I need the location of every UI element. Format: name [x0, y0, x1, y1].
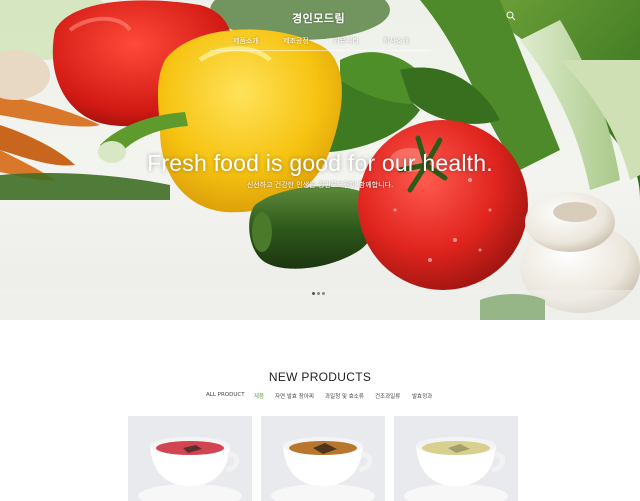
slider-dot[interactable] — [312, 292, 315, 295]
nav-item-products[interactable]: 제품소개 — [233, 36, 259, 46]
product-card[interactable] — [394, 416, 518, 501]
main-nav: 제품소개 제조공정 커뮤니티 회사소개 — [0, 36, 640, 50]
product-tabs: ALL PRODUCT 제품 자연 발효 장아찌 과일청 및 효소류 건조과일류… — [0, 392, 640, 402]
tea-cup-image — [138, 437, 242, 501]
hero-banner: 경인모드림 제품소개 제조공정 커뮤니티 회사소개 Fresh food is … — [0, 0, 640, 320]
search-icon[interactable] — [506, 11, 516, 21]
slider-dot[interactable] — [322, 292, 325, 295]
site-logo[interactable]: 경인모드림 — [292, 10, 345, 26]
tea-cup-image — [271, 437, 375, 501]
hero-title: Fresh food is good for our health. — [147, 150, 493, 176]
nav-item-process[interactable]: 제조공정 — [283, 36, 309, 46]
tab-fruit-syrup[interactable]: 과일청 및 효소류 — [325, 392, 364, 400]
hero-subtitle: 신선하고 건강한 인생을 경인모드림이 함께합니다. — [246, 181, 394, 189]
nav-divider — [210, 50, 430, 51]
product-card[interactable] — [128, 416, 252, 501]
section-title: NEW PRODUCTS — [268, 370, 372, 384]
tab-fermented-sweets[interactable]: 발효정과 — [412, 392, 432, 400]
tab-pickles[interactable]: 자연 발효 장아찌 — [275, 392, 314, 400]
slider-dots — [312, 280, 327, 295]
tea-cup-image — [404, 437, 508, 501]
tab-product[interactable]: 제품 — [254, 392, 264, 400]
top-header: 경인모드림 제품소개 제조공정 커뮤니티 회사소개 — [0, 0, 640, 60]
slider-dot[interactable] — [317, 292, 320, 295]
tab-all-product[interactable]: ALL PRODUCT — [206, 392, 245, 398]
nav-item-community[interactable]: 커뮤니티 — [333, 36, 359, 46]
product-card[interactable] — [261, 416, 385, 501]
tab-dried-fruit[interactable]: 건조과일류 — [375, 392, 400, 400]
nav-item-company[interactable]: 회사소개 — [383, 36, 409, 46]
